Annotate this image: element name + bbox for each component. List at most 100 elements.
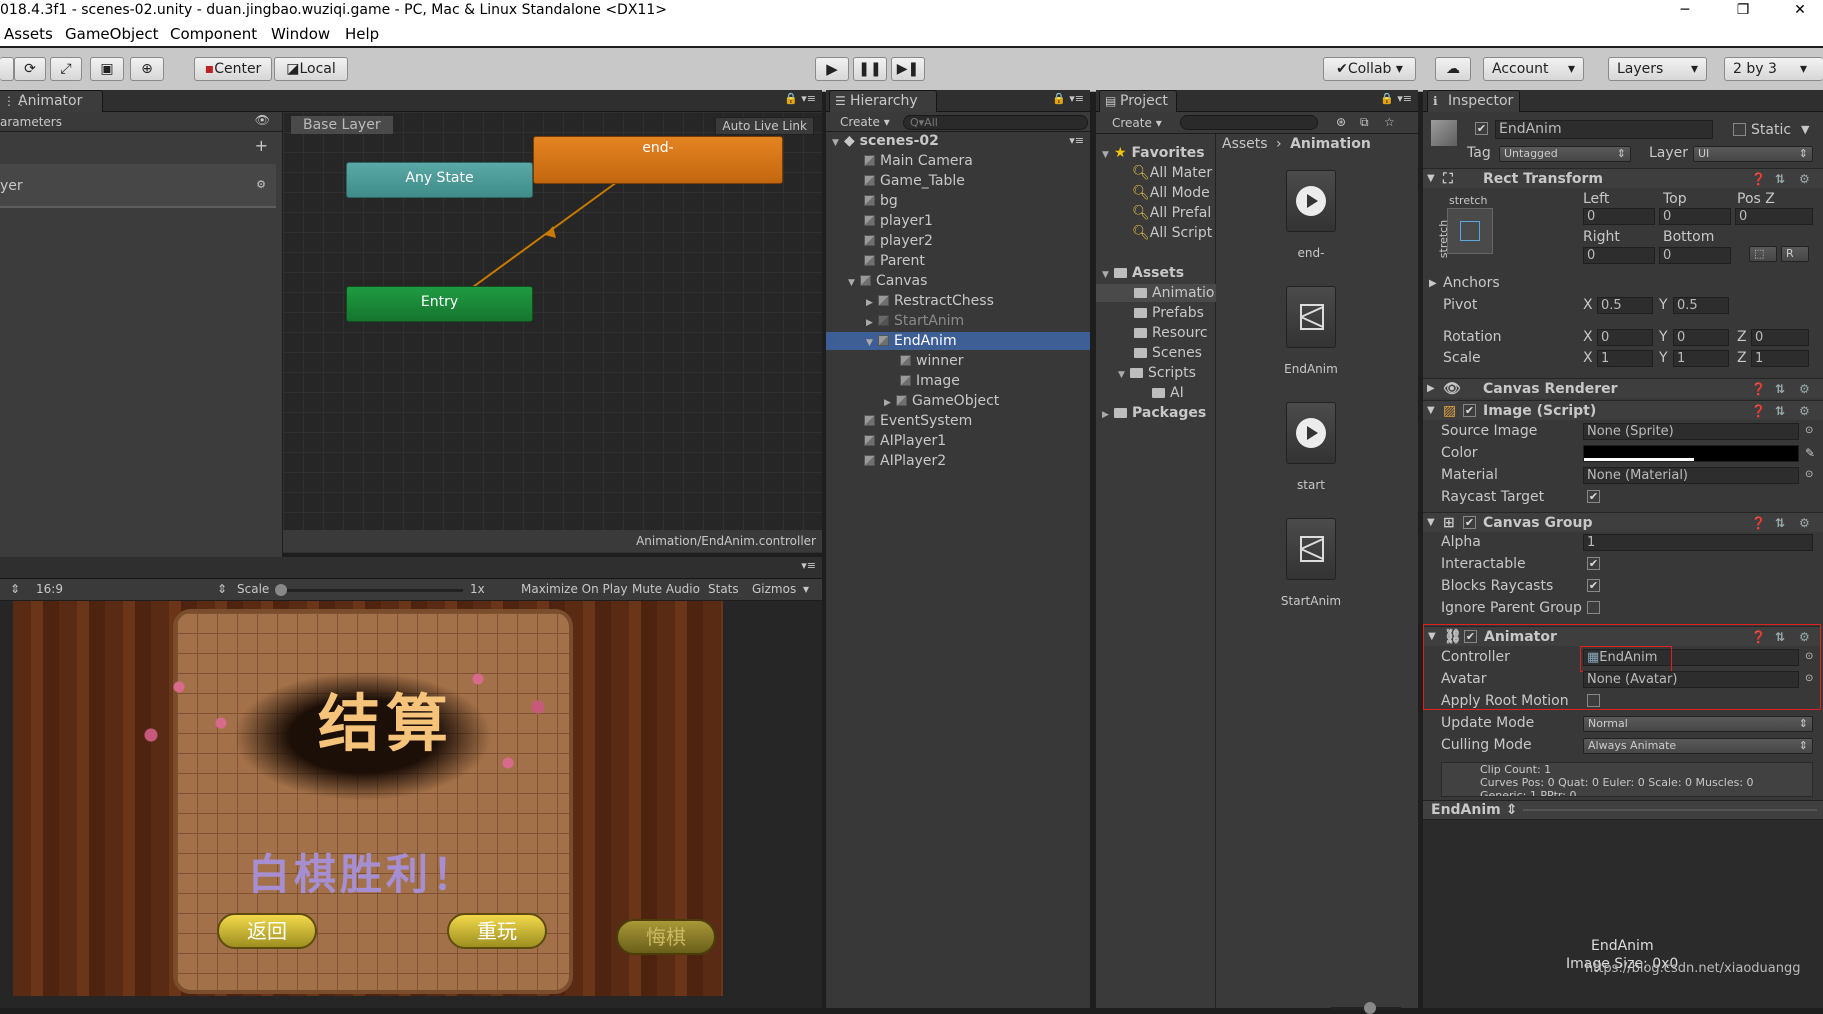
update-mode-dropdown[interactable]: Normal ⇕	[1583, 716, 1813, 732]
preview-drag-handle[interactable]	[1523, 809, 1817, 811]
expand-arrow-icon[interactable]: ▶	[866, 314, 878, 332]
play-button[interactable]: ▶	[815, 57, 849, 81]
hierarchy-create-dropdown[interactable]: Create ▾	[840, 115, 890, 131]
folder-animation-selected[interactable]: Animatio	[1096, 284, 1216, 302]
scene-row[interactable]: ▼ ◆ scenes-02 ▾≡	[832, 132, 1090, 150]
animator-enabled-checkbox[interactable]: ✔	[1464, 630, 1477, 643]
rect-tool-icon[interactable]: ▣	[90, 57, 124, 81]
anchors-label[interactable]: Anchors	[1443, 274, 1500, 292]
pivot-y-field[interactable]: 0.5	[1673, 297, 1729, 314]
left-field[interactable]: 0	[1583, 208, 1655, 225]
layers-dropdown[interactable]: Layers ▾	[1608, 57, 1707, 81]
pivot-center-button[interactable]: ▪Center	[194, 57, 272, 81]
hierarchy-item-startanim[interactable]: ▶ StartAnim	[866, 312, 964, 330]
hierarchy-item-restractchess[interactable]: ▶ RestractChess	[866, 292, 994, 310]
layer-dropdown[interactable]: UI ⇕	[1693, 146, 1813, 162]
blocks-raycasts-checkbox[interactable]: ✔	[1587, 579, 1600, 592]
image-component-header[interactable]: ▼ ▨ ✔ Image (Script) ❓ ⇅ ⚙	[1423, 400, 1823, 420]
hierarchy-item-bg[interactable]: bg	[864, 192, 898, 210]
hierarchy-menu-icon[interactable]: 🔒 ▾≡	[1052, 92, 1084, 105]
settings-gear-icon[interactable]: ⚙	[1799, 627, 1810, 647]
layout-dropdown[interactable]: 2 by 3 ▾	[1724, 57, 1823, 81]
maximize-on-play-toggle[interactable]: Maximize On Play	[521, 582, 628, 598]
image-enabled-checkbox[interactable]: ✔	[1463, 404, 1476, 417]
menu-window[interactable]: Window	[271, 25, 330, 43]
hierarchy-item-main-camera[interactable]: Main Camera	[864, 152, 973, 170]
state-any-state[interactable]: Any State	[346, 162, 533, 198]
scale-tool-icon[interactable]: ⤢	[50, 57, 82, 81]
aspect-dropdown[interactable]: 16:9	[36, 582, 63, 598]
project-menu-icon[interactable]: 🔒 ▾≡	[1380, 92, 1412, 105]
breadcrumb-animation[interactable]: Animation	[1290, 136, 1371, 152]
add-layer-icon[interactable]: +	[255, 136, 268, 155]
asset-start-clip[interactable]: start	[1271, 402, 1351, 492]
packages-row[interactable]: ▶ Packages	[1102, 404, 1206, 422]
static-dropdown-arrow[interactable]: ▼	[1801, 121, 1809, 139]
bottom-field[interactable]: 0	[1659, 247, 1731, 264]
state-entry[interactable]: Entry	[346, 286, 533, 322]
object-name-field[interactable]: EndAnim	[1495, 120, 1713, 139]
object-picker-icon[interactable]: ⊙	[1805, 670, 1813, 688]
settings-gear-icon[interactable]: ⚙	[1799, 513, 1810, 533]
stats-toggle[interactable]: Stats	[708, 582, 739, 598]
minimize-icon[interactable]: ─	[1662, 0, 1708, 20]
asset-endanim-controller[interactable]: EndAnim	[1271, 286, 1351, 376]
close-icon[interactable]: ✕	[1777, 0, 1823, 20]
apply-root-motion-checkbox[interactable]	[1587, 694, 1600, 707]
breadcrumb-assets[interactable]: Assets	[1222, 136, 1268, 152]
culling-mode-dropdown[interactable]: Always Animate ⇕	[1583, 738, 1813, 754]
expand-arrow-icon[interactable]: ▼	[1118, 366, 1130, 384]
scale-z-field[interactable]: 1	[1751, 350, 1809, 367]
hierarchy-item-player1[interactable]: player1	[864, 212, 933, 230]
interactable-checkbox[interactable]: ✔	[1587, 557, 1600, 570]
object-picker-icon[interactable]: ⊙	[1805, 466, 1813, 484]
canvas-group-header[interactable]: ▼ ⊞ ✔ Canvas Group ❓ ⇅ ⚙	[1423, 512, 1823, 532]
fav-all-prefabs[interactable]: 🔍︎All Prefal	[1132, 204, 1211, 222]
tool-rect-partial[interactable]	[0, 57, 14, 81]
settings-gear-icon[interactable]: ⚙	[1799, 379, 1810, 399]
maximize-icon[interactable]: ❐	[1720, 0, 1766, 20]
hierarchy-item-aiplayer2[interactable]: AIPlayer2	[864, 452, 946, 470]
scale-slider-track[interactable]	[275, 589, 463, 592]
material-field[interactable]: None (Material)	[1583, 467, 1799, 484]
menu-assets[interactable]: Assets	[4, 25, 53, 43]
scene-menu-icon[interactable]: ▾≡	[1069, 132, 1084, 150]
collapse-arrow-icon[interactable]: ▼	[1427, 513, 1435, 533]
panel-menu-icon[interactable]: 🔒 ▾≡	[784, 92, 816, 105]
pivot-local-button[interactable]: ◪Local	[274, 57, 348, 81]
pivot-x-field[interactable]: 0.5	[1597, 297, 1653, 314]
right-field[interactable]: 0	[1583, 247, 1655, 264]
favorites-row[interactable]: ▼ ★ Favorites	[1102, 144, 1205, 162]
replay-button[interactable]: 重玩	[447, 913, 547, 949]
anchor-presets-button[interactable]	[1447, 208, 1493, 254]
hierarchy-item-parent[interactable]: Parent	[864, 252, 925, 270]
asset-end-clip[interactable]: end-	[1271, 170, 1351, 260]
preset-icon[interactable]: ⇅	[1775, 627, 1785, 647]
raw-edit-button[interactable]: R	[1781, 246, 1809, 262]
rotation-y-field[interactable]: 0	[1673, 329, 1729, 346]
expand-arrow-icon[interactable]: ▼	[866, 334, 878, 352]
base-layer-item[interactable]: yer ⚙	[0, 164, 276, 208]
game-panel-menu-icon[interactable]: ▾≡	[801, 559, 816, 572]
project-search-input[interactable]	[1180, 115, 1318, 130]
aspect-dropdown-arrow[interactable]: ⇕	[217, 582, 227, 598]
tab-animator[interactable]: ⋮⋮ Animator	[0, 90, 103, 112]
hierarchy-item-canvas[interactable]: ▼ Canvas	[848, 272, 927, 290]
source-image-field[interactable]: None (Sprite)	[1583, 423, 1799, 440]
favorite-star-icon[interactable]: ☆	[1384, 115, 1395, 131]
undo-button[interactable]: 悔棋	[616, 919, 716, 955]
preset-icon[interactable]: ⇅	[1775, 169, 1785, 189]
gizmos-dropdown[interactable]: Gizmos	[752, 582, 796, 598]
hierarchy-item-aiplayer1[interactable]: AIPlayer1	[864, 432, 946, 450]
back-button[interactable]: 返回	[217, 913, 317, 949]
scale-x-field[interactable]: 1	[1597, 350, 1653, 367]
tab-inspector[interactable]: ℹ Inspector	[1427, 90, 1520, 112]
project-create-dropdown[interactable]: Create ▾	[1112, 116, 1162, 132]
help-icon[interactable]: ❓	[1751, 401, 1766, 421]
hierarchy-item-gameobject[interactable]: ▶ GameObject	[884, 392, 999, 410]
collapse-arrow-icon[interactable]: ▼	[1428, 627, 1436, 647]
preview-header[interactable]: EndAnim ⇕	[1423, 800, 1823, 820]
expand-arrow-icon[interactable]: ▶	[866, 294, 878, 312]
preview-object-dropdown[interactable]: EndAnim ⇕	[1431, 802, 1517, 818]
tab-hierarchy[interactable]: ☰ Hierarchy	[829, 90, 937, 112]
